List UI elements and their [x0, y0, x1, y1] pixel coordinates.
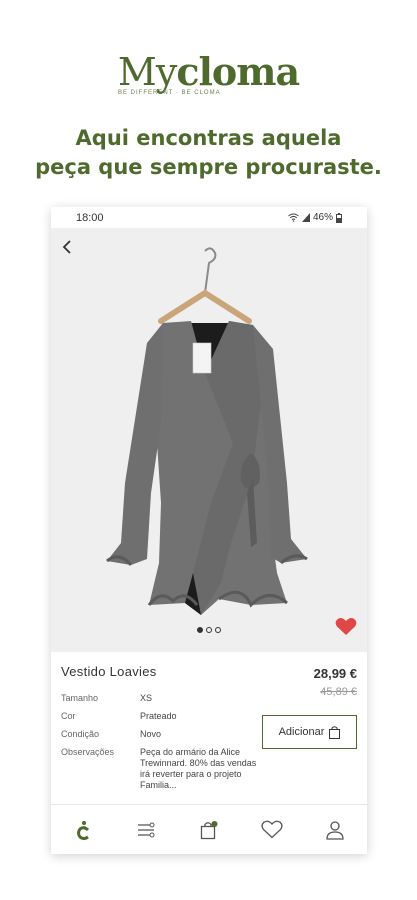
attribute-value: Peça do armário da Alice Trewinnard. 80%… [140, 747, 257, 790]
phone-screen: 18:00 46% Vestido Loavies 28,99 € 45,89 … [51, 207, 367, 854]
back-button[interactable] [61, 238, 81, 258]
attribute-key: Cor [61, 711, 76, 721]
battery-percent: 46% [312, 212, 333, 223]
tab-profile[interactable] [320, 815, 350, 845]
gallery-pagination [51, 627, 367, 633]
brand-logo: Mycloma BE DIFFERENT · BE CLOMA [0, 49, 417, 97]
product-old-price: 45,89 € [320, 686, 357, 698]
product-title: Vestido Loavies [61, 664, 157, 679]
attribute-value: XS [140, 693, 153, 703]
cart-icon [200, 820, 218, 839]
status-icons: 46% [288, 212, 342, 223]
attribute-key: Condição [61, 729, 100, 739]
product-details: Vestido Loavies 28,99 € 45,89 € Tamanho … [51, 652, 367, 812]
brand-wordmark: Mycloma [117, 49, 300, 94]
battery-icon [336, 212, 342, 223]
attribute-row: Observações Peça do armário da Alice Tre… [61, 747, 357, 791]
bottom-tab-bar [51, 804, 367, 854]
heart-filled-icon [335, 618, 357, 635]
tab-filter[interactable] [131, 815, 161, 845]
attribute-key: Observações [61, 747, 115, 757]
product-image-gallery[interactable] [51, 228, 367, 652]
promo-headline: Aqui encontras aquela peça que sempre pr… [0, 124, 417, 182]
attribute-row: Tamanho XS [61, 693, 357, 704]
attribute-value: Novo [140, 729, 162, 739]
wifi-icon [288, 213, 299, 222]
dress-photo [106, 247, 308, 615]
attribute-value: Prateado [140, 711, 177, 721]
add-to-cart-label: Adicionar [278, 726, 325, 738]
gallery-dot-2[interactable] [206, 627, 212, 633]
add-to-cart-button[interactable]: Adicionar [262, 715, 357, 749]
tab-cart[interactable] [194, 815, 224, 845]
status-time: 18:00 [76, 211, 104, 224]
gallery-dot-3[interactable] [215, 627, 221, 633]
profile-icon [326, 820, 344, 840]
tab-favorites[interactable] [257, 815, 287, 845]
gallery-dot-1[interactable] [197, 627, 203, 633]
status-bar: 18:00 46% [51, 207, 367, 228]
tab-home[interactable] [68, 815, 98, 845]
favorite-button[interactable] [335, 617, 357, 641]
home-icon [76, 820, 89, 840]
filter-icon [137, 822, 155, 837]
signal-icon [301, 213, 310, 222]
attribute-key: Tamanho [61, 693, 99, 703]
product-price: 28,99 € [313, 666, 357, 681]
shopping-bag-icon [329, 725, 341, 739]
headline-line-1: Aqui encontras aquela [75, 126, 342, 150]
headline-line-2: peça que sempre procuraste. [35, 155, 382, 179]
heart-icon [261, 820, 283, 839]
chevron-left-icon [62, 240, 71, 254]
